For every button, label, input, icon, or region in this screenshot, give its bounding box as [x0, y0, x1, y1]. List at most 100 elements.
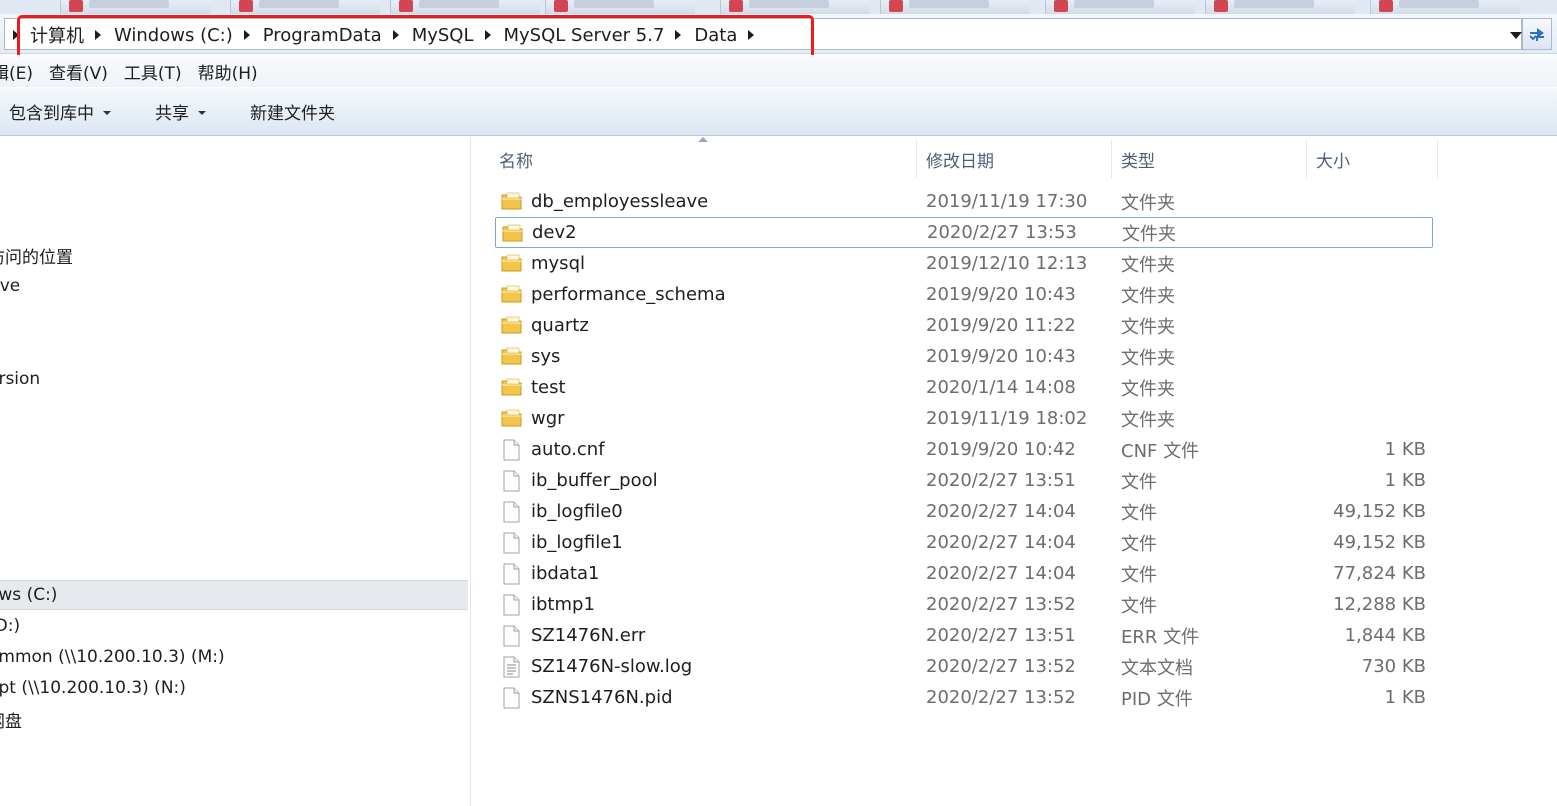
app-icon — [69, 0, 83, 12]
nav-item-netdisk[interactable]: 网盘 — [0, 704, 468, 734]
taskbar-tab[interactable] — [230, 0, 380, 14]
chevron-right-icon[interactable] — [243, 30, 250, 40]
share-button[interactable]: 共享 — [155, 99, 206, 124]
file-row[interactable]: dev2 2020/2/27 13:53 文件夹 — [495, 217, 1433, 248]
taskbar-strip — [0, 0, 1557, 14]
file-size: 1 KB — [1384, 439, 1426, 460]
file-row[interactable]: sys 2019/9/20 10:43 文件夹 — [495, 341, 1433, 372]
chevron-right-icon[interactable] — [748, 30, 755, 40]
taskbar-tab[interactable] — [60, 0, 210, 14]
breadcrumb-data[interactable]: Data — [691, 25, 740, 46]
file-type: 文件夹 — [1121, 285, 1175, 307]
file-date: 2020/1/14 14:08 — [926, 377, 1076, 398]
file-row[interactable]: mysql 2019/12/10 12:13 文件夹 — [495, 248, 1433, 279]
menu-bar: 辑(E) 查看(V) 工具(T) 帮助(H) — [0, 55, 1557, 87]
taskbar-tab[interactable] — [1370, 0, 1520, 14]
file-date: 2019/9/20 10:43 — [926, 346, 1076, 367]
file-name: ib_logfile1 — [531, 532, 623, 553]
file-row[interactable]: SZ1476N-slow.log 2020/2/27 13:52 文本文档 730 K… — [495, 651, 1433, 682]
include-in-library-label: 包含到库中 — [9, 104, 94, 124]
file-row[interactable]: ibdata1 2020/2/27 14:04 文件 77,824 KB — [495, 558, 1433, 589]
file-name: ib_logfile0 — [531, 501, 623, 522]
column-header-size[interactable]: 大小 — [1307, 140, 1438, 178]
file-type: 文件夹 — [1122, 223, 1176, 245]
file-row[interactable]: ib_logfile0 2020/2/27 14:04 文件 49,152 KB — [495, 496, 1433, 527]
history-dropdown-icon[interactable] — [1510, 32, 1522, 39]
breadcrumb-mysql-server[interactable]: MySQL Server 5.7 — [501, 25, 668, 46]
chevron-right-icon[interactable] — [392, 30, 399, 40]
file-date: 2020/2/27 13:51 — [926, 470, 1076, 491]
menu-tools[interactable]: 工具(T) — [124, 59, 182, 84]
chevron-right-icon[interactable] — [675, 30, 682, 40]
file-type: 文本文档 — [1121, 657, 1193, 679]
file-type: ERR 文件 — [1121, 626, 1200, 648]
file-name: SZ1476N-slow.log — [531, 656, 693, 677]
file-row[interactable]: SZ1476N.err 2020/2/27 13:51 ERR 文件 1,844 KB — [495, 620, 1433, 651]
file-row[interactable]: ib_buffer_pool 2020/2/27 13:51 文件 1 KB — [495, 465, 1433, 496]
file-row[interactable]: wgr 2019/11/19 18:02 文件夹 — [495, 403, 1433, 434]
file-name: dev2 — [532, 222, 577, 243]
folder-icon — [501, 191, 523, 216]
column-header-date[interactable]: 修改日期 — [917, 140, 1112, 178]
folder-icon — [501, 377, 523, 402]
file-type: 文件夹 — [1121, 316, 1175, 338]
chevron-right-icon[interactable] — [13, 30, 19, 40]
file-date: 2019/11/19 18:02 — [926, 408, 1088, 429]
file-size: 730 KB — [1361, 656, 1426, 677]
new-folder-button[interactable]: 新建文件夹 — [250, 99, 335, 124]
breadcrumb-computer[interactable]: 计算机 — [27, 22, 87, 48]
nav-item-drive-d[interactable]: (D:) — [0, 611, 468, 641]
file-row[interactable]: test 2020/1/14 14:08 文件夹 — [495, 372, 1433, 403]
breadcrumb-programdata[interactable]: ProgramData — [260, 25, 385, 46]
navigation-pane[interactable]: 访问的位置 rive ersion ows (C:) (D:) ommon (\… — [0, 137, 471, 806]
file-name: ib_buffer_pool — [531, 470, 658, 491]
nav-item-drive-n[interactable]: ept (\\10.200.10.3) (N:) — [0, 673, 468, 703]
taskbar-tab[interactable] — [545, 0, 695, 14]
file-row[interactable]: db_employessleave 2019/11/19 17:30 文件夹 — [495, 186, 1433, 217]
file-type: 文件 — [1121, 502, 1157, 524]
taskbar-tab[interactable] — [720, 0, 870, 14]
file-icon — [501, 687, 521, 714]
file-size: 12,288 KB — [1333, 594, 1426, 615]
file-row[interactable]: ibtmp1 2020/2/27 13:52 文件 12,288 KB — [495, 589, 1433, 620]
column-header-name[interactable]: 名称 — [499, 140, 917, 178]
refresh-button[interactable] — [1522, 18, 1552, 50]
file-size: 49,152 KB — [1333, 532, 1426, 553]
chevron-right-icon[interactable] — [484, 30, 491, 40]
taskbar-tab[interactable] — [1205, 0, 1355, 14]
app-icon — [1054, 0, 1068, 12]
address-field[interactable]: 计算机 Windows (C:) ProgramData MySQL MySQL… — [4, 18, 1522, 50]
nav-item-onedrive[interactable]: rive — [0, 271, 468, 301]
file-date: 2020/2/27 13:53 — [927, 222, 1077, 243]
taskbar-tab[interactable] — [390, 0, 540, 14]
include-in-library-button[interactable]: 包含到库中 — [9, 99, 111, 124]
file-row[interactable]: auto.cnf 2019/9/20 10:42 CNF 文件 1 KB — [495, 434, 1433, 465]
menu-help[interactable]: 帮助(H) — [198, 59, 258, 84]
taskbar-tab[interactable] — [1045, 0, 1195, 14]
menu-view[interactable]: 查看(V) — [49, 59, 108, 84]
file-icon — [501, 625, 521, 652]
chevron-right-icon[interactable] — [95, 30, 101, 40]
file-type: 文件 — [1121, 595, 1157, 617]
file-type: 文件夹 — [1121, 192, 1175, 214]
taskbar-tab[interactable] — [880, 0, 1030, 14]
file-icon — [501, 501, 521, 528]
file-row[interactable]: SZNS1476N.pid 2020/2/27 13:52 PID 文件 1 KB — [495, 682, 1433, 713]
nav-item-version[interactable]: ersion — [0, 364, 468, 394]
file-row[interactable]: performance_schema 2019/9/20 10:43 文件夹 — [495, 279, 1433, 310]
share-label: 共享 — [155, 104, 189, 124]
nav-item-recent-places[interactable]: 访问的位置 — [0, 240, 468, 270]
breadcrumb: 计算机 Windows (C:) ProgramData MySQL MySQL… — [11, 22, 764, 48]
breadcrumb-mysql[interactable]: MySQL — [409, 25, 477, 46]
nav-item-drive-m[interactable]: ommon (\\10.200.10.3) (M:) — [0, 642, 468, 672]
file-icon — [501, 563, 521, 590]
column-header-type[interactable]: 类型 — [1112, 140, 1307, 178]
file-date: 2019/11/19 17:30 — [926, 191, 1088, 212]
file-name: ibdata1 — [531, 563, 600, 584]
menu-edit[interactable]: 辑(E) — [0, 59, 33, 84]
file-row[interactable]: ib_logfile1 2020/2/27 14:04 文件 49,152 KB — [495, 527, 1433, 558]
file-row[interactable]: quartz 2019/9/20 11:22 文件夹 — [495, 310, 1433, 341]
file-date: 2020/2/27 13:51 — [926, 625, 1076, 646]
breadcrumb-drive-c[interactable]: Windows (C:) — [111, 25, 236, 46]
nav-item-drive-c[interactable]: ows (C:) — [0, 580, 468, 610]
